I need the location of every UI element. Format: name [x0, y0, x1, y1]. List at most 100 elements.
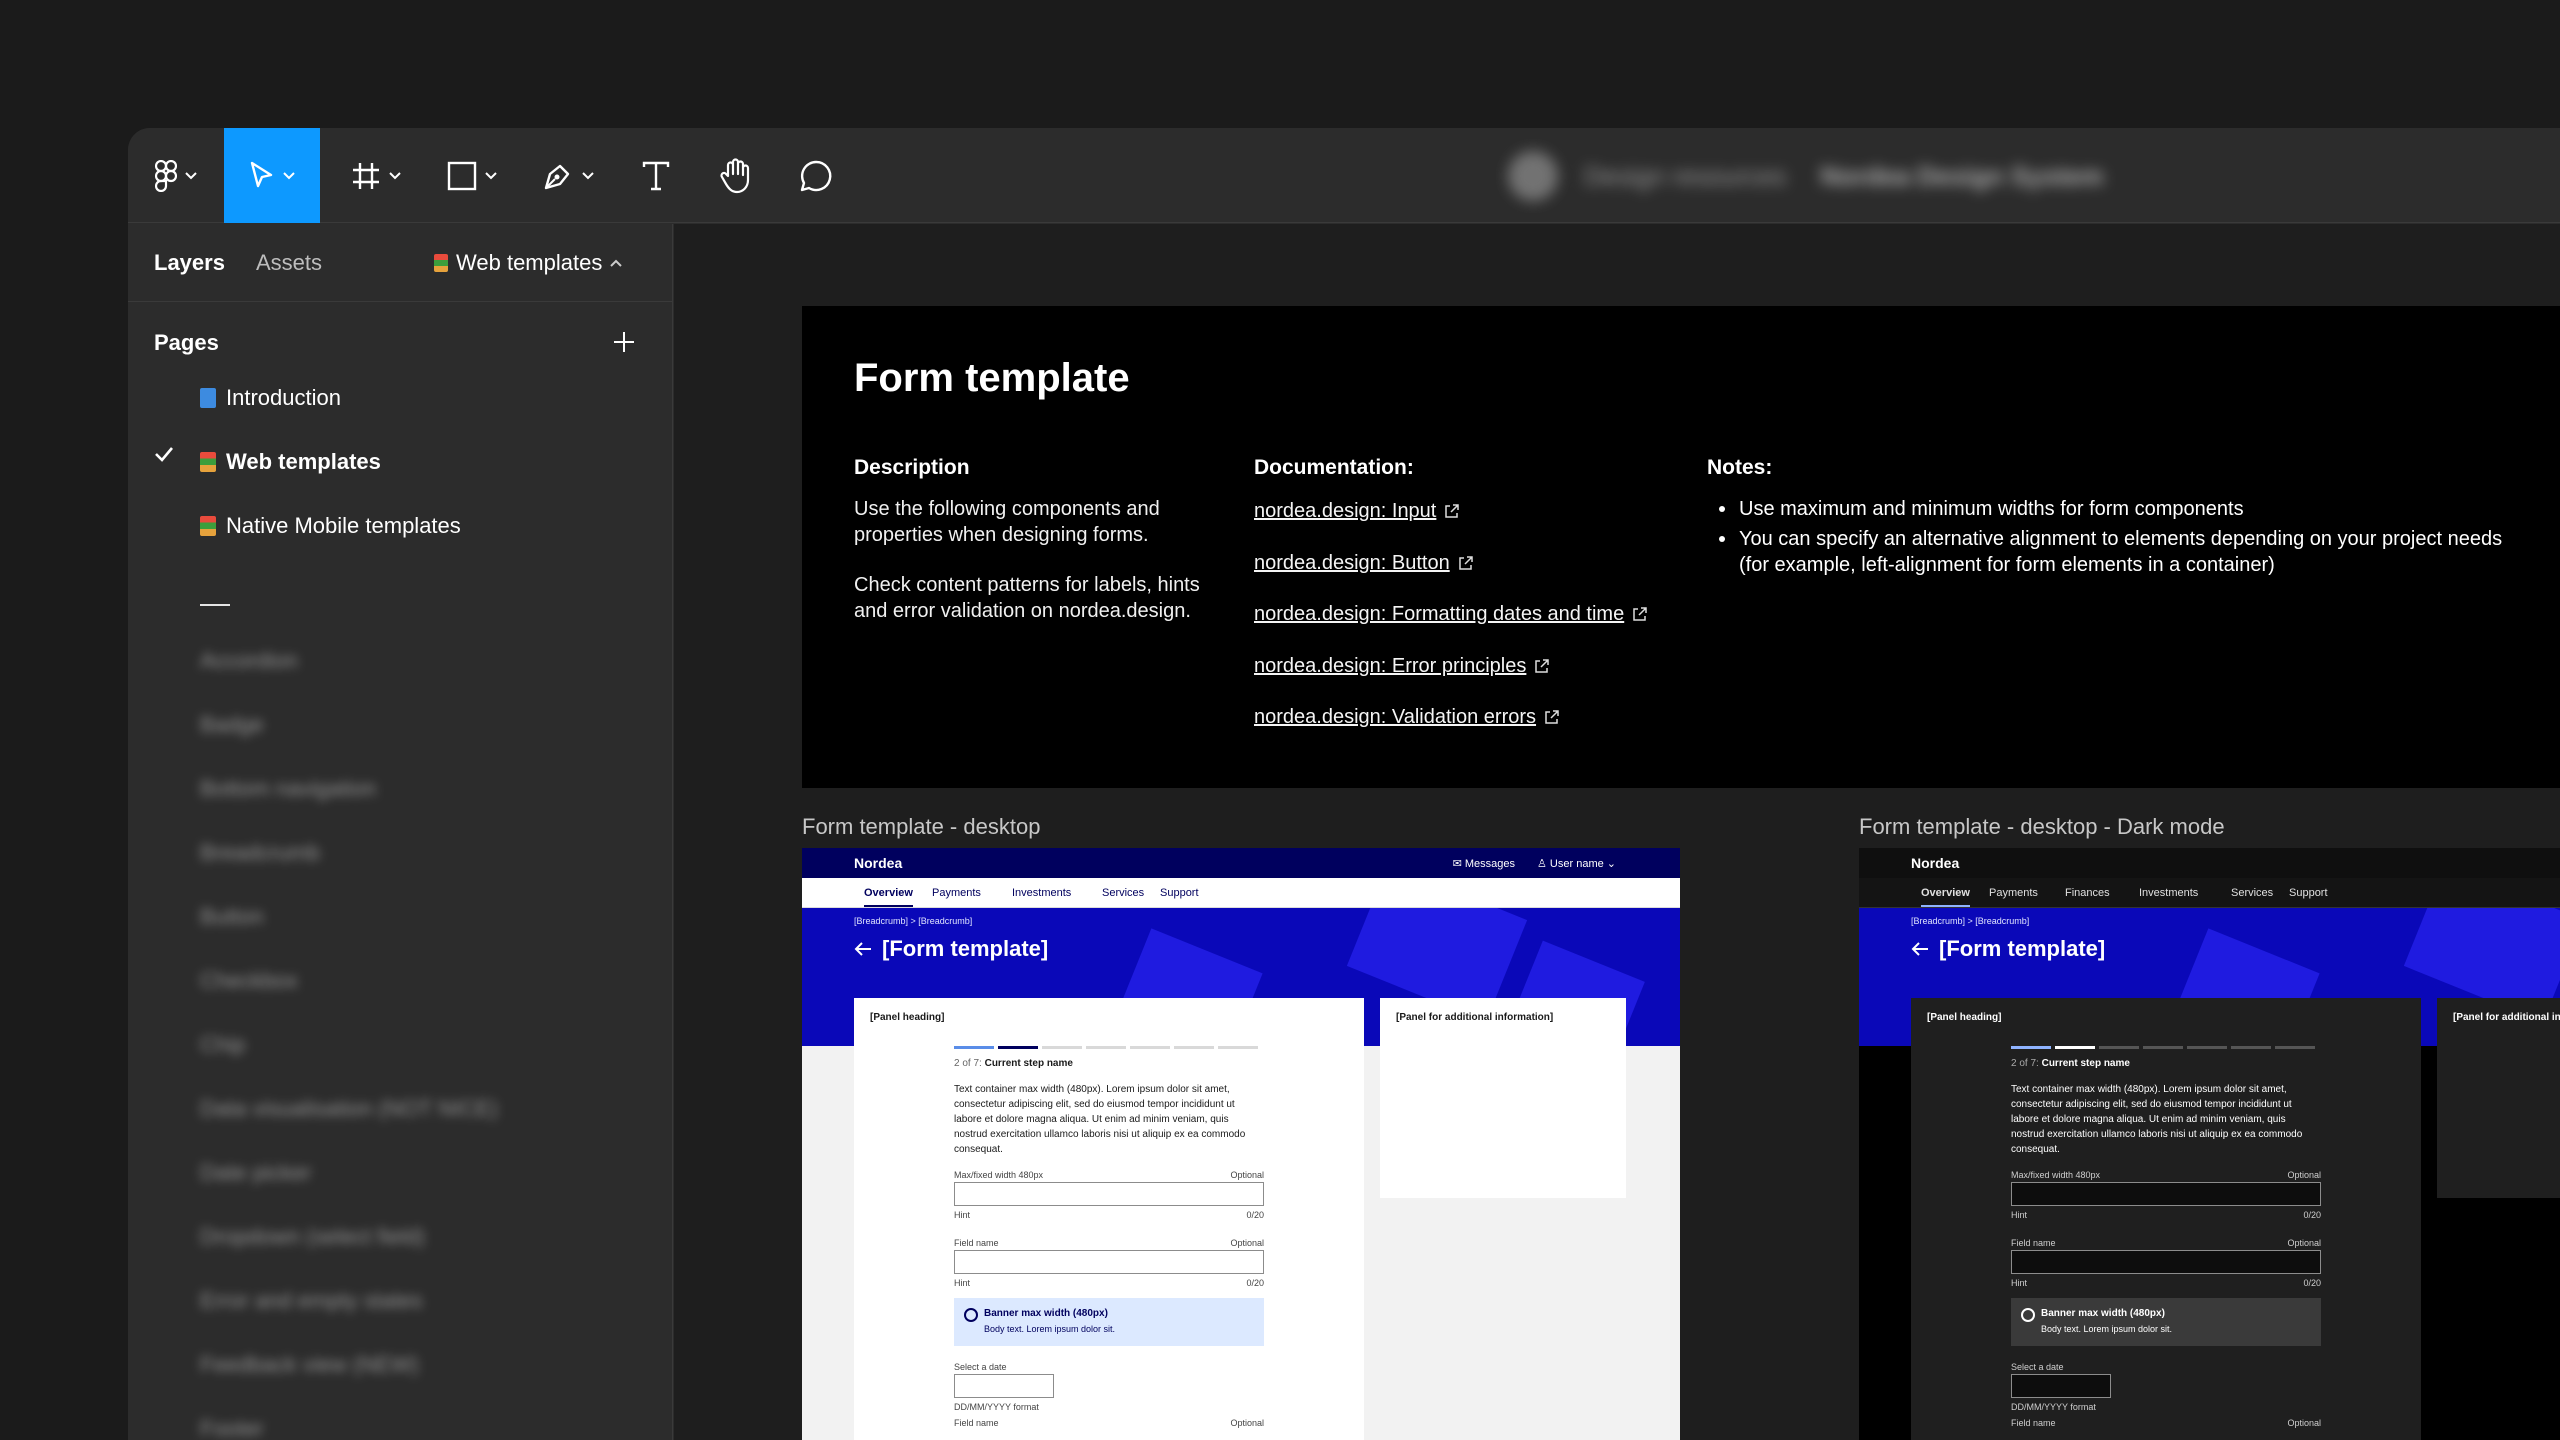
nav-item: Overview [1921, 887, 1970, 907]
page-label: Web templates [226, 449, 381, 474]
description-text: Use the following components and propert… [854, 498, 1160, 546]
frame-label-desktop[interactable]: Form template - desktop [802, 814, 1040, 840]
link-text: nordea.design: Button [1254, 552, 1450, 574]
preview-nav: Overview Payments Investments Services S… [802, 878, 1680, 908]
sidebar-tabs: Layers Assets Web templates [128, 224, 672, 302]
doc-link-validation-errors[interactable]: nordea.design: Validation errors [1254, 706, 1559, 729]
page-item[interactable]: Dropdown (select field) [200, 1224, 425, 1250]
nav-item: Finances [2065, 887, 2110, 899]
page-item-web-templates[interactable]: Web templates [200, 442, 381, 482]
doc-link-error-principles[interactable]: nordea.design: Error principles [1254, 655, 1550, 678]
page-item-native-mobile-templates[interactable]: Native Mobile templates [200, 506, 461, 546]
page-item[interactable]: Date picker [200, 1160, 311, 1186]
preview-title: [Form template] [854, 936, 1048, 962]
pen-tool-button[interactable] [520, 128, 616, 223]
text-input [2011, 1182, 2321, 1206]
tab-layers[interactable]: Layers [154, 250, 225, 276]
avatar [1508, 151, 1558, 201]
breadcrumb: [Breadcrumb] > [Breadcrumb] [854, 916, 973, 926]
frame-icon [353, 162, 379, 189]
preview-nav: Overview Payments Finances Investments S… [1859, 878, 2560, 908]
date-input [954, 1374, 1054, 1398]
step [2055, 1046, 2095, 1049]
field-label-row: Field name Optional [2011, 1238, 2321, 1248]
tab-assets[interactable]: Assets [256, 250, 322, 276]
doc-link-input[interactable]: nordea.design: Input [1254, 500, 1460, 523]
file-info[interactable]: Design resources Nordea Design System [1508, 146, 2104, 206]
page-item[interactable]: Chip [200, 1032, 245, 1058]
page-item[interactable]: Feedback view (NEW) [200, 1352, 419, 1378]
side-panel-heading: [Panel for additional information] [1396, 1012, 1554, 1023]
canvas[interactable]: Form template Description Use the follow… [674, 224, 2560, 1440]
description-heading: Description [854, 456, 970, 479]
chevron-down-icon [283, 171, 295, 179]
field-label-row: Field name Optional [954, 1238, 1264, 1248]
info-banner: Banner max width (480px) Body text. Lore… [954, 1298, 1264, 1346]
book-emoji-icon [200, 388, 216, 408]
nordea-logo: Nordea [854, 855, 903, 871]
chevron-up-icon [610, 259, 623, 267]
nav-item: Investments [1012, 887, 1072, 899]
frame-tool-button[interactable] [328, 128, 424, 223]
external-link-icon [1458, 556, 1473, 570]
comment-tool-button[interactable] [776, 128, 856, 223]
page-item[interactable]: Button [200, 904, 264, 930]
page-item[interactable]: Error and empty states [200, 1288, 423, 1314]
frame-label-dark[interactable]: Form template - desktop - Dark mode [1859, 814, 2225, 840]
current-page-switcher[interactable]: Web templates [434, 250, 623, 276]
hand-tool-button[interactable] [696, 128, 776, 223]
side-panel-heading: [Panel for additional information] [2453, 1012, 2560, 1023]
char-counter: 0/20 [1246, 1210, 1264, 1220]
description-text: Check content patterns for labels, hints… [854, 574, 1200, 622]
check-icon [155, 447, 173, 462]
nav-item: Overview [864, 887, 913, 907]
page-item-introduction[interactable]: Introduction [200, 378, 341, 418]
page-item[interactable]: Accordion [200, 648, 298, 674]
current-page-label: Web templates [456, 250, 603, 275]
page-separator[interactable] [200, 604, 230, 606]
step-label: 2 of 7: Current step name [954, 1058, 1073, 1069]
hand-icon [720, 157, 750, 193]
books-emoji-icon [434, 254, 448, 272]
page-label: Native Mobile templates [226, 513, 461, 538]
page-item[interactable]: Checkbox [200, 968, 298, 994]
note-item: You can specify an alternative alignment… [1707, 526, 2537, 578]
move-tool-button[interactable] [224, 128, 320, 223]
text-input [954, 1182, 1264, 1206]
notes-list: Use maximum and minimum widths for form … [1707, 496, 2537, 582]
optional-label: Optional [2287, 1170, 2321, 1180]
step [2275, 1046, 2315, 1049]
step [954, 1046, 994, 1049]
step [2187, 1046, 2227, 1049]
hint-label: Hint [954, 1278, 971, 1288]
form-template-dark-frame[interactable]: Nordea ✉ Messages ♙ User name ⌄ Overview… [1859, 848, 2560, 1440]
banner-title: Banner max width (480px) [2041, 1308, 2165, 1319]
banner-body: Body text. Lorem ipsum dolor sit. [984, 1324, 1116, 1334]
page-item[interactable]: Badge [200, 712, 264, 738]
form-template-desktop-frame[interactable]: Nordea ✉ Messages ♙ User name ⌄ Overview… [802, 848, 1680, 1440]
chevron-down-icon [485, 171, 497, 179]
page-item[interactable]: Footer [200, 1416, 264, 1440]
info-banner: Banner max width (480px) Body text. Lore… [2011, 1298, 2321, 1346]
figma-window: Design resources Nordea Design System La… [128, 128, 2560, 1440]
doc-link-button[interactable]: nordea.design: Button [1254, 552, 1473, 575]
page-item[interactable]: Breadcrumb [200, 840, 320, 866]
shape-tool-button[interactable] [424, 128, 520, 223]
text-tool-button[interactable] [616, 128, 696, 223]
field-label-row: Max/fixed width 480px Optional [2011, 1170, 2321, 1180]
preview-title: [Form template] [1911, 936, 2105, 962]
notes-heading: Notes: [1707, 456, 1773, 479]
step [2011, 1046, 2051, 1049]
date-label: Select a date [954, 1362, 1007, 1372]
add-page-button[interactable] [606, 324, 642, 360]
page-item[interactable]: Bottom navigation [200, 776, 376, 802]
documentation-frame[interactable]: Form template Description Use the follow… [802, 306, 2560, 788]
panel-heading: [Panel heading] [870, 1012, 945, 1023]
doc-link-dates[interactable]: nordea.design: Formatting dates and time [1254, 603, 1647, 626]
date-format-row: DD/MM/YYYY format [2011, 1402, 2321, 1412]
books-emoji-icon [200, 452, 216, 472]
page-item[interactable]: Data visualisation (NOT NICE) [200, 1096, 498, 1122]
optional-label: Optional [2287, 1418, 2321, 1428]
main-menu-button[interactable] [128, 128, 224, 223]
figma-logo-icon [155, 159, 177, 192]
